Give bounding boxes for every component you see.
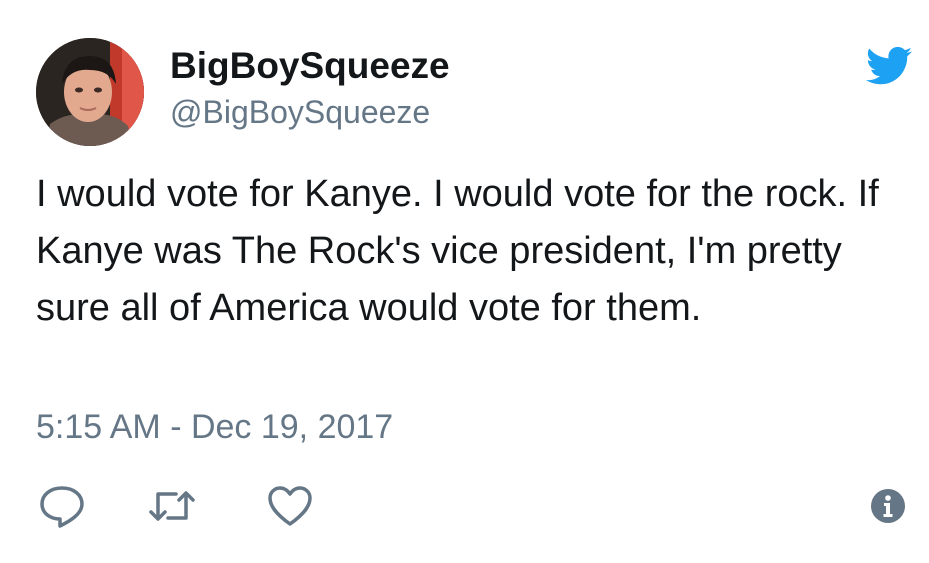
avatar-image xyxy=(36,38,144,146)
retweet-icon xyxy=(149,491,195,521)
retweet-button[interactable] xyxy=(148,484,196,528)
heart-icon xyxy=(268,486,312,526)
info-button[interactable] xyxy=(870,488,906,524)
avatar[interactable] xyxy=(36,38,144,146)
reply-button[interactable] xyxy=(38,484,86,528)
display-name[interactable]: BigBoySqueeze xyxy=(170,44,450,88)
user-handle[interactable]: @BigBoySqueeze xyxy=(170,92,430,132)
tweet-text: I would vote for Kanye. I would vote for… xyxy=(36,173,879,329)
twitter-bird-icon[interactable] xyxy=(866,46,912,86)
tweet-timestamp[interactable]: 5:15 AM - Dec 19, 2017 xyxy=(36,405,393,449)
like-button[interactable] xyxy=(266,484,314,528)
info-icon xyxy=(871,489,905,523)
reply-icon xyxy=(40,486,84,528)
